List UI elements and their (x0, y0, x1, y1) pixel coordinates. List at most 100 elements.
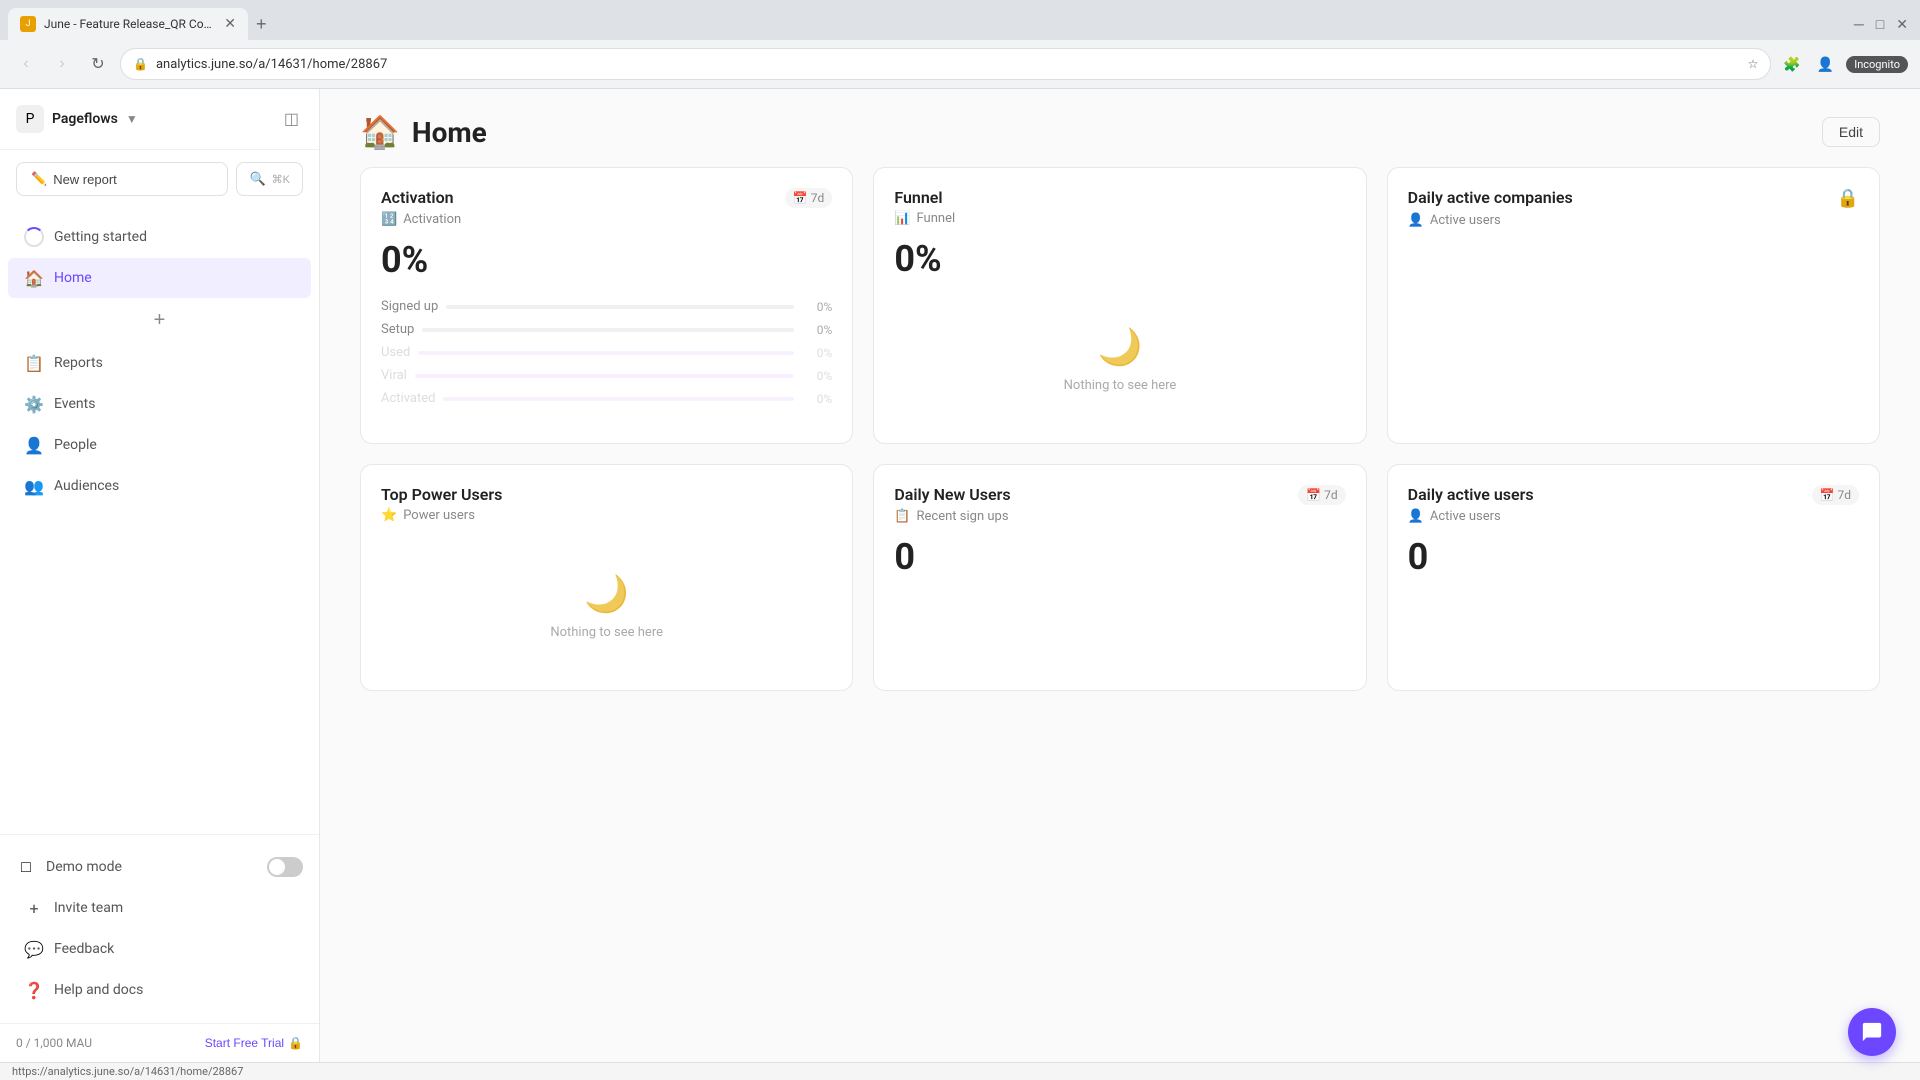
page-icon: 🏠 (360, 113, 400, 151)
sidebar-item-audiences[interactable]: 👥 Audiences (8, 466, 311, 506)
sidebar-item-getting-started[interactable]: Getting started (8, 217, 311, 257)
refresh-button[interactable]: ↻ (84, 50, 112, 78)
people-icon: 👤 (24, 435, 44, 455)
card-lock-icon: 🔒 (1837, 188, 1859, 209)
chat-icon (1861, 1021, 1883, 1043)
top-power-users-card: Top Power Users ⭐ Power users 🌙 Nothing … (360, 464, 853, 691)
row-bar (415, 374, 795, 378)
row-value: 0% (802, 323, 832, 337)
maximize-button[interactable]: □ (1872, 14, 1888, 35)
row-bar (443, 397, 794, 401)
url-bar[interactable]: 🔒 analytics.june.so/a/14631/home/28867 ☆ (120, 48, 1771, 80)
row-bar (446, 305, 794, 309)
address-bar: ‹ › ↻ 🔒 analytics.june.so/a/14631/home/2… (0, 40, 1920, 88)
sidebar-item-help-docs[interactable]: ❓ Help and docs (8, 970, 311, 1010)
search-button[interactable]: 🔍 ⌘K (236, 162, 303, 196)
dashboard-grid: Activation 📅 7d 🔢 Activation 0% Signed u… (320, 167, 1920, 731)
sidebar-item-label-help-docs: Help and docs (54, 982, 143, 998)
profile-button[interactable]: 👤 (1813, 52, 1838, 77)
row-label: Signed up (381, 299, 438, 314)
extensions-button[interactable]: 🧩 (1779, 52, 1804, 77)
daily-active-users-card: Daily active users 📅 7d 👤 Active users 0 (1387, 464, 1880, 691)
funnel-card-header: Funnel (894, 188, 1345, 207)
activation-subtitle: 🔢 Activation (381, 212, 832, 227)
row-value: 0% (802, 392, 832, 406)
status-url: https://analytics.june.so/a/14631/home/2… (12, 1065, 243, 1078)
url-text: analytics.june.so/a/14631/home/28867 (156, 57, 1740, 72)
new-tab-button[interactable]: + (248, 10, 275, 39)
mau-label: 0 / 1,000 MAU (16, 1036, 92, 1050)
table-row: Signed up 0% (381, 297, 832, 316)
row-label: Setup (381, 322, 414, 337)
activation-value: 0% (381, 239, 832, 281)
sidebar-bottom: □ Demo mode + Invite team 💬 Feedback ❓ H… (0, 834, 319, 1023)
row-label: Used (381, 345, 410, 360)
activation-subtitle-icon: 🔢 (381, 212, 397, 227)
empty-state-text: Nothing to see here (1064, 378, 1177, 393)
sidebar-item-label-audiences: Audiences (54, 478, 119, 494)
home-icon: 🏠 (24, 268, 44, 288)
daily-new-users-value: 0 (894, 536, 1345, 578)
demo-mode-toggle-item: □ Demo mode (0, 847, 319, 887)
daily-active-companies-subtitle: 👤 Active users (1408, 213, 1859, 228)
incognito-badge: Incognito (1846, 56, 1908, 73)
new-report-label: New report (53, 172, 117, 187)
daily-active-users-subtitle-text: Active users (1430, 509, 1501, 524)
funnel-subtitle-icon: 📊 (894, 211, 910, 226)
tab-bar: J June - Feature Release_QR Code... ✕ + … (0, 0, 1920, 40)
daily-new-users-subtitle: 📋 Recent sign ups (894, 509, 1345, 524)
table-row: Setup 0% (381, 320, 832, 339)
getting-started-icon (24, 227, 44, 247)
lock-icon: 🔒 (288, 1036, 303, 1050)
daily-active-companies-subtitle-icon: 👤 (1408, 213, 1424, 228)
start-trial-button[interactable]: Start Free Trial 🔒 (205, 1036, 303, 1050)
empty-state-icon: 🌙 (584, 573, 629, 615)
chat-bubble-button[interactable] (1848, 1008, 1896, 1056)
page-title: Home (412, 116, 487, 149)
workspace-chevron-icon: ▼ (126, 112, 138, 126)
sidebar-item-label-invite-team: Invite team (54, 900, 123, 916)
row-label: Activated (381, 391, 435, 406)
activation-subtitle-text: Activation (403, 212, 461, 227)
sidebar-toggle-button[interactable]: ◫ (280, 105, 303, 133)
star-icon: ☆ (1748, 57, 1759, 71)
daily-active-companies-header: Daily active companies 🔒 (1408, 188, 1859, 209)
sidebar: P Pageflows ▼ ◫ ✏️ New report 🔍 ⌘K Ge (0, 89, 320, 1062)
tab-close-button[interactable]: ✕ (224, 16, 236, 32)
daily-new-users-header: Daily New Users 📅 7d (894, 485, 1345, 505)
row-value: 0% (802, 346, 832, 360)
sidebar-item-feedback[interactable]: 💬 Feedback (8, 929, 311, 969)
row-value: 0% (802, 300, 832, 314)
sidebar-item-reports[interactable]: 📋 Reports (8, 343, 311, 383)
sidebar-item-events[interactable]: ⚙️ Events (8, 384, 311, 424)
search-shortcut: ⌘K (272, 173, 290, 186)
workspace-selector[interactable]: P Pageflows ▼ (16, 105, 138, 133)
main-content: 🏠 Home Edit Activation 📅 7d 🔢 Activation… (320, 89, 1920, 1062)
top-power-users-title: Top Power Users (381, 485, 502, 504)
activation-badge: 📅 7d (785, 188, 832, 208)
active-tab[interactable]: J June - Feature Release_QR Code... ✕ (8, 8, 248, 40)
add-item-button[interactable]: + (146, 305, 174, 336)
empty-state-text: Nothing to see here (550, 625, 663, 640)
browser-actions: 🧩 👤 Incognito (1779, 52, 1908, 77)
sidebar-item-people[interactable]: 👤 People (8, 425, 311, 465)
sidebar-item-label-feedback: Feedback (54, 941, 114, 957)
sidebar-item-home[interactable]: 🏠 Home (8, 258, 311, 298)
daily-active-companies-title: Daily active companies (1408, 188, 1573, 207)
demo-mode-toggle[interactable] (267, 857, 303, 877)
help-docs-icon: ❓ (24, 980, 44, 1000)
edit-button[interactable]: Edit (1822, 117, 1880, 147)
sidebar-item-invite-team[interactable]: + Invite team (8, 888, 311, 928)
minimize-button[interactable]: ─ (1850, 14, 1868, 35)
top-power-users-subtitle-icon: ⭐ (381, 508, 397, 523)
new-report-button[interactable]: ✏️ New report (16, 162, 228, 196)
back-button[interactable]: ‹ (12, 50, 40, 78)
add-section: + (0, 299, 319, 342)
main-header: 🏠 Home Edit (320, 89, 1920, 167)
close-window-button[interactable]: ✕ (1892, 14, 1912, 35)
forward-button[interactable]: › (48, 50, 76, 78)
daily-active-users-title: Daily active users (1408, 485, 1534, 504)
tab-favicon: J (20, 16, 36, 32)
row-value: 0% (802, 369, 832, 383)
activation-title: Activation (381, 188, 454, 207)
